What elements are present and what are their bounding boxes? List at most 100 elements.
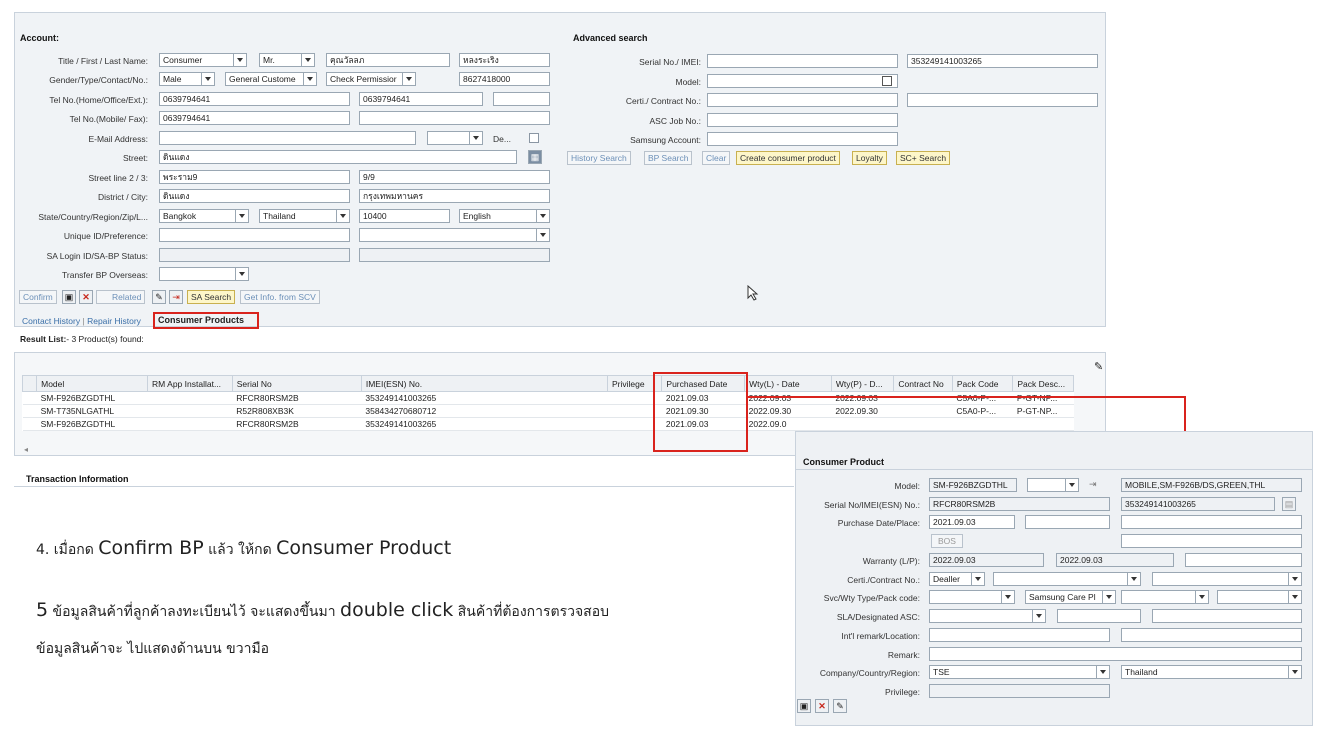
cp-privilege-field[interactable] [929,684,1110,698]
get-info-scv-button[interactable]: Get Info. from SCV [240,290,320,304]
unique-id-field[interactable] [159,228,350,242]
cp-sla-select[interactable] [929,609,1046,623]
col-serial[interactable]: Serial No [231,375,362,392]
cp-pack-extra-select[interactable] [1217,590,1302,604]
confirm-button[interactable]: Confirm [19,290,57,304]
cp-asc-field[interactable] [1057,609,1141,623]
asc-job-field[interactable] [707,113,898,127]
cp-contract-extra-select[interactable] [1152,572,1302,586]
map-icon[interactable]: ▦ [528,150,542,164]
loyalty-button[interactable]: Loyalty [852,151,887,165]
cp-model-desc-field[interactable]: MOBILE,SM-F926B/DS,GREEN,THL [1121,478,1302,492]
link-icon[interactable]: ⇥ [1089,479,1097,490]
salutation-select[interactable]: Mr. [259,53,315,67]
history-search-button[interactable]: History Search [567,151,631,165]
cp-warranty-l-field[interactable]: 2022.09.03 [929,553,1044,567]
sc-plus-search-button[interactable]: SC+ Search [896,151,951,165]
cp-warranty-extra-field[interactable] [1185,553,1302,567]
cp-svc-select[interactable] [929,590,1015,604]
title-select[interactable]: Consumer [159,53,247,67]
certi-search-field[interactable] [707,93,898,107]
cp-company-select[interactable]: TSE [929,665,1110,679]
contract-search-field[interactable] [907,93,1098,107]
number-field[interactable]: 8627418000 [459,72,550,86]
bos-button[interactable]: BOS [931,534,963,548]
cp-purchase-date-field[interactable]: 2021.09.03 [929,515,1015,529]
cancel-icon[interactable]: ✕ [79,290,93,304]
cp-intl-remark-field[interactable] [929,628,1110,642]
cp-asc-extra-field[interactable] [1152,609,1302,623]
state-select[interactable]: Bangkok [159,209,249,223]
sa-bp-status-field[interactable] [359,248,550,262]
cp-location-field[interactable] [1121,628,1302,642]
row-selector[interactable] [22,391,37,405]
tel-office-field[interactable]: 0639794641 [359,92,483,106]
serial-search-field[interactable] [707,54,898,68]
fax-field[interactable] [359,111,550,125]
cp-model-select[interactable] [1027,478,1079,492]
city-field[interactable]: กรุงเทพมหานคร [359,189,550,203]
cp-purchase-extra-field[interactable] [1121,515,1302,529]
edit-icon[interactable]: ✎ [833,699,847,713]
email-type-select[interactable] [427,131,483,145]
sa-login-field[interactable] [159,248,350,262]
transfer-bp-select[interactable] [159,267,249,281]
create-consumer-product-button[interactable]: Create consumer product [736,151,840,165]
cp-warranty-p-field[interactable]: 2022.09.03 [1056,553,1174,567]
copy-icon[interactable] [882,76,892,86]
tab-contact-history[interactable]: Contact History [22,316,80,326]
save-icon[interactable]: ▣ [62,290,76,304]
cp-serial-field[interactable]: RFCR80RSM2B [929,497,1110,511]
scroll-left-icon[interactable]: ◂ [24,445,28,454]
cp-pack-code-select[interactable] [1121,590,1209,604]
street-field[interactable]: ดินแดง [159,150,517,164]
samsung-account-field[interactable] [707,132,898,146]
first-name-field[interactable]: คุณวัลลภ [326,53,450,67]
copy-icon[interactable]: ▤ [1282,497,1296,511]
save-icon[interactable]: ▣ [797,699,811,713]
imei-search-field[interactable]: 353249141003265 [907,54,1098,68]
row-selector[interactable] [22,417,37,431]
cp-remark-field[interactable] [929,647,1302,661]
col-imei[interactable]: IMEI(ESN) No. [360,375,608,392]
email-default-checkbox[interactable] [529,133,539,143]
district-field[interactable]: ดินแดง [159,189,350,203]
cancel-icon[interactable]: ✕ [815,699,829,713]
street3-field[interactable]: 9/9 [359,170,550,184]
clear-button[interactable]: Clear [702,151,731,165]
language-select[interactable]: English [459,209,550,223]
col-rm-app[interactable]: RM App Installat... [147,375,233,392]
cp-bos-field[interactable] [1121,534,1302,548]
email-field[interactable] [159,131,416,145]
row-selector[interactable] [22,404,37,418]
type-select[interactable]: General Custome [225,72,317,86]
contact-select[interactable]: Check Permissior [326,72,416,86]
related-button[interactable]: Related [96,290,146,304]
bp-search-button[interactable]: BP Search [644,151,693,165]
cell-imei: 353249141003265 [361,417,608,431]
exit-icon[interactable]: ⇥ [169,290,183,304]
last-name-field[interactable]: หลงระเริง [459,53,550,67]
col-model[interactable]: Model [36,375,149,392]
tel-home-field[interactable]: 0639794641 [159,92,350,106]
model-search-field[interactable] [707,74,898,88]
sa-search-button[interactable]: SA Search [187,290,236,304]
preference-select[interactable] [359,228,550,242]
gender-select[interactable]: Male [159,72,215,86]
edit-icon[interactable]: ✎ [152,290,166,304]
country-select[interactable]: Thailand [259,209,350,223]
cp-contract-select[interactable] [993,572,1141,586]
tab-repair-history[interactable]: Repair History [87,316,141,326]
cp-imei-field[interactable]: 353249141003265 [1121,497,1275,511]
pencil-icon[interactable]: ✎ [1094,360,1103,373]
instruction-step5-line2: ข้อมูลสินค้าจะ ไปแสดงด้านบน ขวามือ [36,641,270,657]
cp-pack-select[interactable]: Samsung Care Pl [1025,590,1116,604]
tel-ext-field[interactable] [493,92,550,106]
cp-certi-select[interactable]: Dealler [929,572,985,586]
street2-field[interactable]: พระราม9 [159,170,350,184]
tel-mobile-field[interactable]: 0639794641 [159,111,350,125]
zip-field[interactable]: 10400 [359,209,450,223]
cp-country-select[interactable]: Thailand [1121,665,1302,679]
cp-purchase-place-field[interactable] [1025,515,1110,529]
cp-model-field[interactable]: SM-F926BZGDTHL [929,478,1017,492]
